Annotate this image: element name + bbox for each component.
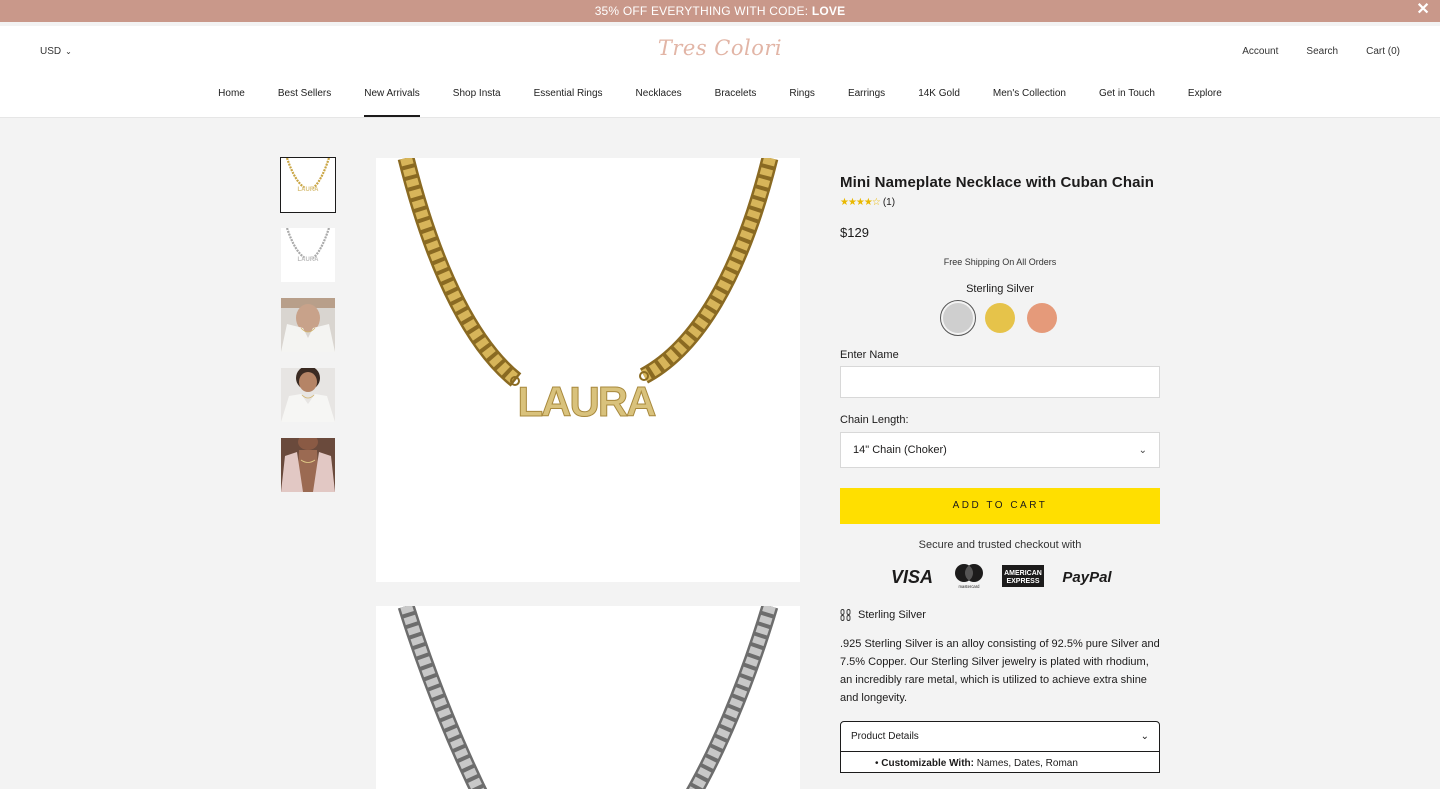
details-value: Names, Dates, Roman <box>973 758 1078 769</box>
cart-link[interactable]: Cart (0) <box>1366 46 1400 57</box>
svg-text:PayPal: PayPal <box>1062 569 1112 585</box>
chain-length-label: Chain Length: <box>840 414 909 426</box>
shipping-note: Free Shipping On All Orders <box>943 257 1057 267</box>
svg-text:mastercard: mastercard <box>959 584 981 589</box>
main-product-image[interactable]: LAURA <box>376 158 800 582</box>
star-rating-icon: ★★★★☆ <box>840 197 881 208</box>
nav-item-explore[interactable]: Explore <box>1188 88 1222 115</box>
thumbnail-silver-necklace[interactable]: LAURA <box>281 228 335 282</box>
model-photo-2 <box>281 368 335 422</box>
search-link[interactable]: Search <box>1306 46 1338 57</box>
promo-text: 35% OFF EVERYTHING WITH CODE: <box>594 4 812 18</box>
gold-cuban-necklace-image: LAURA <box>397 158 779 426</box>
swatch-sterling-silver[interactable] <box>940 300 976 336</box>
silver-necklace-thumb-image: LAURA <box>285 228 331 263</box>
product-details-accordion: Product Details ⌄ • Customizable With: N… <box>840 721 1160 773</box>
swatch-rose-gold[interactable] <box>1027 303 1057 333</box>
details-key: Customizable With: <box>881 758 974 769</box>
chevron-down-icon: ⌄ <box>1138 444 1147 456</box>
metal-swatches <box>840 300 1160 336</box>
mastercard-icon: mastercard <box>955 564 983 589</box>
product-details-content: • Customizable With: Names, Dates, Roman <box>841 752 1159 772</box>
thumbnail-model-2[interactable] <box>281 368 335 422</box>
nav-item-bracelets[interactable]: Bracelets <box>715 88 757 115</box>
thumbnail-model-1[interactable] <box>281 298 335 352</box>
chain-link-icon <box>840 609 851 621</box>
paypal-icon: PayPal <box>1062 569 1112 585</box>
secure-checkout-text: Secure and trusted checkout with <box>918 539 1082 551</box>
secondary-product-image[interactable] <box>376 606 800 789</box>
review-count: (1) <box>882 197 896 208</box>
svg-text:EXPRESS: EXPRESS <box>1006 578 1039 585</box>
american-express-icon: AMERICAN EXPRESS <box>1002 565 1044 587</box>
nav-item-essential-rings[interactable]: Essential Rings <box>534 88 603 115</box>
metal-info-heading: Sterling Silver <box>840 609 1160 621</box>
close-icon[interactable]: ✕ <box>1416 0 1430 20</box>
swatch-gold[interactable] <box>985 303 1015 333</box>
metal-description: .925 Sterling Silver is an alloy consist… <box>840 638 1160 704</box>
metal-info-label: Sterling Silver <box>858 609 926 621</box>
enter-name-label: Enter Name <box>840 349 899 361</box>
selected-metal-label: Sterling Silver <box>966 283 1034 295</box>
nav-item-14k-gold[interactable]: 14K Gold <box>918 88 960 115</box>
chevron-down-icon: ⌄ <box>1140 731 1149 742</box>
thumbnail-gold-necklace[interactable]: LAURA <box>280 157 336 213</box>
name-input[interactable] <box>840 366 1160 398</box>
nav-item-shop-insta[interactable]: Shop Insta <box>453 88 501 115</box>
nav-item-earrings[interactable]: Earrings <box>848 88 885 115</box>
promo-code: LOVE <box>811 4 846 18</box>
product-info-panel: Mini Nameplate Necklace with Cuban Chain… <box>840 158 1160 773</box>
logo[interactable]: Tres Colori <box>0 36 1440 60</box>
nav-item-get-in-touch[interactable]: Get in Touch <box>1099 88 1155 115</box>
gold-necklace-thumb-image: LAURA <box>285 158 331 193</box>
model-photo-3 <box>281 438 335 492</box>
nav-item-best-sellers[interactable]: Best Sellers <box>278 88 331 115</box>
nav-item-rings[interactable]: Rings <box>789 88 815 115</box>
thumb-nameplate-text: LAURA <box>298 187 320 193</box>
product-rating[interactable]: ★★★★☆ (1) <box>840 197 1160 208</box>
account-link[interactable]: Account <box>1242 46 1278 57</box>
nav-item-necklaces[interactable]: Necklaces <box>636 88 682 115</box>
chain-length-value: 14" Chain (Choker) <box>853 444 947 456</box>
chain-length-select[interactable]: 14" Chain (Choker) ⌄ <box>840 432 1160 468</box>
product-details-label: Product Details <box>851 731 919 742</box>
silver-cuban-necklace-image <box>397 606 779 789</box>
main-nameplate-text: LAURA <box>518 378 657 425</box>
product-title: Mini Nameplate Necklace with Cuban Chain <box>840 174 1155 191</box>
svg-text:VISA: VISA <box>891 567 933 585</box>
nav-item-home[interactable]: Home <box>218 88 245 115</box>
svg-text:AMERICAN: AMERICAN <box>1004 570 1042 577</box>
visa-icon: VISA <box>891 567 933 585</box>
thumbnail-model-3[interactable] <box>281 438 335 492</box>
thumbnail-list: LAURA LAURA <box>280 157 336 508</box>
main-nav: Home Best Sellers New Arrivals Shop Inst… <box>0 88 1440 117</box>
product-details-toggle[interactable]: Product Details ⌄ <box>841 722 1159 752</box>
nav-item-mens-collection[interactable]: Men's Collection <box>993 88 1066 115</box>
nav-item-new-arrivals[interactable]: New Arrivals <box>364 88 420 117</box>
site-header: USD ⌄ Tres Colori Account Search Cart (0)… <box>0 26 1440 118</box>
add-to-cart-button[interactable]: ADD TO CART <box>840 488 1160 524</box>
model-photo-1 <box>281 298 335 352</box>
payment-icons: VISA mastercard AMERICAN EXPRESS PayPal <box>840 563 1160 589</box>
thumb-nameplate-text: LAURA <box>298 257 320 263</box>
promo-bar: 35% OFF EVERYTHING WITH CODE: LOVE ✕ <box>0 0 1440 22</box>
product-price: $129 <box>840 225 869 240</box>
utility-nav: Account Search Cart (0) <box>1242 46 1400 57</box>
